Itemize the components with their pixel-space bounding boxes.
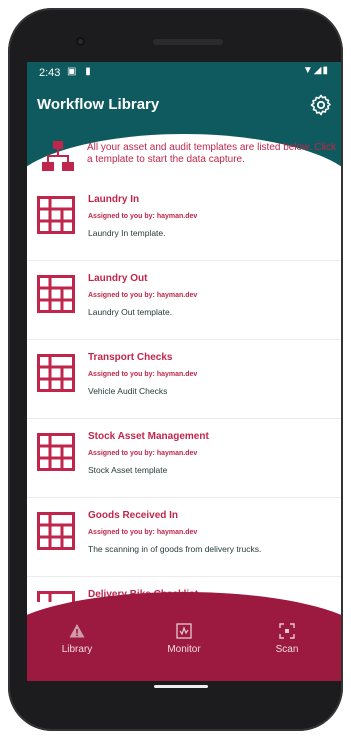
monitor-icon [176,623,192,639]
hierarchy-icon [42,141,74,171]
table-grid-icon [37,591,75,602]
template-name: Stock Asset Management [88,431,209,442]
table-grid-icon [37,433,75,471]
phone-top [8,8,343,68]
table-grid-icon [37,275,75,313]
nav-label: Monitor [167,644,201,655]
scan-icon [279,623,295,639]
nav-monitor[interactable]: Monitor [144,622,224,672]
template-name: Laundry Out [88,273,148,284]
info-text: All your asset and audit templates are l… [87,142,337,165]
template-assigned: Assigned to you by: hayman.dev [88,292,198,299]
template-assigned: Assigned to you by: hayman.dev [88,450,198,457]
earpiece-speaker [153,39,223,45]
front-camera [76,37,85,46]
info-banner: All your asset and audit templates are l… [27,138,341,178]
nav-label: Scan [275,644,299,655]
table-grid-icon [37,354,75,392]
template-description: Laundry Out template. [88,307,173,317]
nav-scan[interactable]: Scan [247,622,327,672]
template-description: Laundry In template. [88,228,166,238]
template-description: Stock Asset template [88,465,168,475]
template-name: Transport Checks [88,352,173,363]
template-item-goods-received-in[interactable]: Goods Received In Assigned to you by: ha… [27,498,341,577]
template-description: The scanning in of goods from delivery t… [88,544,262,554]
template-item-laundry-in[interactable]: Laundry In Assigned to you by: hayman.de… [27,182,341,261]
table-grid-icon [37,196,75,234]
page-title: Workflow Library [37,96,160,113]
app-screen: 2:43 ▣ ▮ ▼◢▮ Workflow Library All your a… [27,62,341,681]
nav-label: Library [61,644,93,655]
template-list: Laundry In Assigned to you by: hayman.de… [27,182,341,602]
template-item-stock-asset-management[interactable]: Stock Asset Management Assigned to you b… [27,419,341,498]
table-grid-icon [37,512,75,550]
home-indicator[interactable] [154,685,208,688]
status-bar: 2:43 ▣ ▮ ▼◢▮ [27,62,341,84]
warning-triangle-icon [69,624,85,638]
template-assigned: Assigned to you by: hayman.dev [88,371,198,378]
template-item-transport-checks[interactable]: Transport Checks Assigned to you by: hay… [27,340,341,419]
template-name: Laundry In [88,194,140,205]
template-name: Goods Received In [88,510,179,521]
template-item-laundry-out[interactable]: Laundry Out Assigned to you by: hayman.d… [27,261,341,340]
status-notification-icons: ▣ ▮ [67,66,94,77]
nav-library[interactable]: Library [37,622,117,672]
template-assigned: Assigned to you by: hayman.dev [88,213,198,220]
status-system-icons: ▼◢▮ [302,65,329,76]
template-assigned: Assigned to you by: hayman.dev [88,529,198,536]
status-time: 2:43 [39,67,61,79]
gear-icon[interactable] [309,93,333,117]
template-description: Vehicle Audit Checks [88,386,168,396]
